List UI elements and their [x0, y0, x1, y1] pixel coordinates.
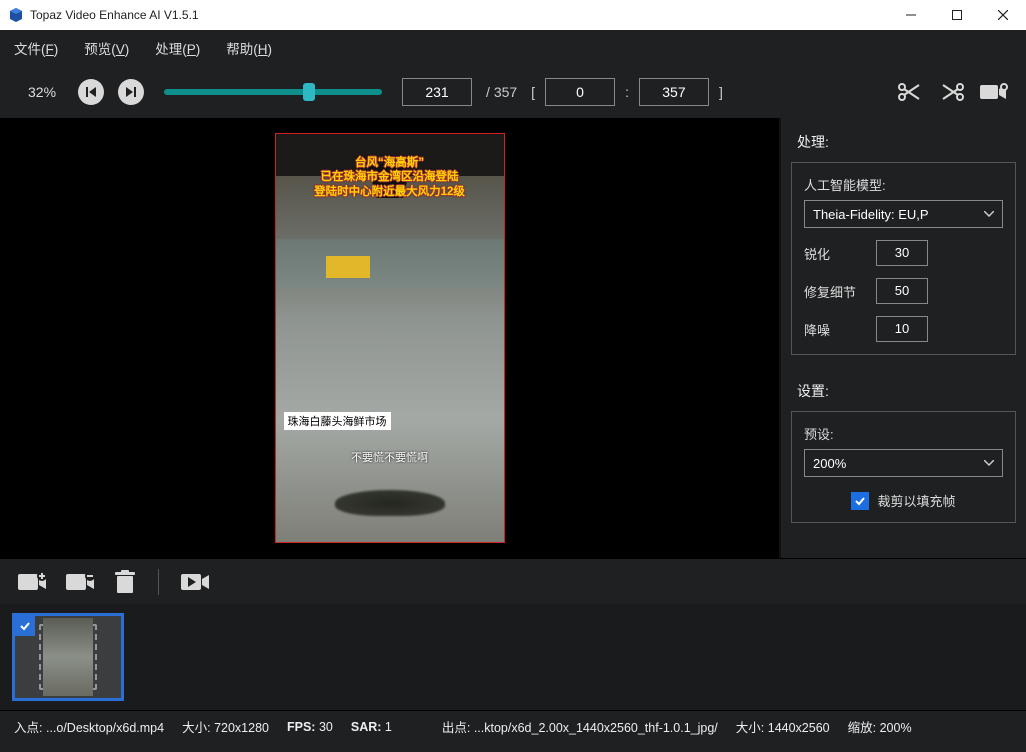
cut-start-icon[interactable] — [896, 80, 924, 104]
processing-title: 处理: — [781, 118, 1026, 162]
window-close-button[interactable] — [980, 0, 1026, 30]
status-inpoint: 入点: ...o/Desktop/x6d.mp4 — [14, 717, 164, 736]
video-headline: 台风“海高斯” 已在珠海市金湾区沿海登陆 登陆时中心附近最大风力12级 — [276, 156, 504, 199]
preset-select[interactable]: 200% — [804, 449, 1003, 477]
divider — [158, 569, 159, 595]
next-frame-button[interactable] — [118, 79, 144, 105]
status-outpoint: 出点: ...ktop/x6d_2.00x_1440x2560_thf-1.0.… — [442, 717, 718, 736]
current-frame-input[interactable]: 231 — [402, 78, 472, 106]
preset-label: 预设: — [804, 424, 1003, 443]
crop-label: 裁剪以填充帧 — [877, 491, 955, 510]
cut-end-icon[interactable] — [938, 80, 966, 104]
video-frame: 台风“海高斯” 已在珠海市金湾区沿海登陆 登陆时中心附近最大风力12级 珠海白藤… — [275, 133, 505, 543]
window-minimize-button[interactable] — [888, 0, 934, 30]
status-bar: 入点: ...o/Desktop/x6d.mp4 大小: 720x1280 FP… — [0, 710, 1026, 742]
thumbnail-checkbox[interactable] — [15, 616, 35, 636]
processing-box: 人工智能模型: Theia-Fidelity: EU,P 锐化 30 修复细节 … — [791, 162, 1016, 355]
add-video-icon[interactable] — [18, 571, 48, 593]
ai-model-select[interactable]: Theia-Fidelity: EU,P — [804, 200, 1003, 228]
check-icon — [854, 495, 866, 507]
out-point-input[interactable]: 357 — [639, 78, 709, 106]
chevron-down-icon — [984, 460, 994, 466]
remove-video-icon[interactable] — [66, 571, 96, 593]
settings-box: 预设: 200% 裁剪以填充帧 — [791, 411, 1016, 523]
record-icon[interactable] — [980, 80, 1008, 104]
crop-checkbox[interactable] — [851, 492, 869, 510]
menubar: 文件(F) 预览(V) 处理(P) 帮助(H) — [0, 30, 1026, 66]
app-logo-icon — [8, 7, 24, 23]
thumbnail-strip — [0, 604, 1026, 710]
status-scale: 缩放: 200% — [848, 717, 912, 736]
ai-model-label: 人工智能模型: — [804, 175, 1003, 194]
frame-separator: / 357 — [486, 84, 517, 100]
titlebar: Topaz Video Enhance AI V1.5.1 — [0, 0, 1026, 30]
window-maximize-button[interactable] — [934, 0, 980, 30]
menu-help[interactable]: 帮助(H) — [226, 38, 272, 58]
status-sar: SAR: 1 — [351, 720, 392, 734]
toolbar: 32% 231 / 357 [ 0 : 357 ] — [0, 66, 1026, 118]
file-action-bar — [0, 558, 1026, 604]
thumbnail-image — [43, 618, 93, 696]
sharpen-label: 锐化 — [804, 244, 864, 263]
side-panel: 处理: 人工智能模型: Theia-Fidelity: EU,P 锐化 30 修… — [779, 118, 1026, 558]
zoom-percent: 32% — [28, 84, 56, 100]
status-size-out: 大小: 1440x2560 — [736, 717, 830, 736]
bracket-open: [ — [531, 84, 535, 100]
denoise-input[interactable]: 10 — [876, 316, 928, 342]
menu-file[interactable]: 文件(F) — [14, 38, 58, 58]
status-fps: FPS: 30 — [287, 720, 333, 734]
process-video-icon[interactable] — [181, 572, 211, 592]
restore-label: 修复细节 — [804, 282, 864, 301]
app-body: 文件(F) 预览(V) 处理(P) 帮助(H) 32% 231 / 357 [ … — [0, 30, 1026, 752]
settings-title: 设置: — [781, 367, 1026, 411]
prev-frame-button[interactable] — [78, 79, 104, 105]
seek-slider[interactable] — [164, 89, 382, 95]
status-size-in: 大小: 720x1280 — [182, 717, 269, 736]
preview-area[interactable]: 台风“海高斯” 已在珠海市金湾区沿海登陆 登陆时中心附近最大风力12级 珠海白藤… — [0, 118, 779, 558]
bracket-close: ] — [719, 84, 723, 100]
chevron-down-icon — [984, 211, 994, 217]
in-point-input[interactable]: 0 — [545, 78, 615, 106]
menu-process[interactable]: 处理(P) — [155, 38, 200, 58]
trash-icon[interactable] — [114, 570, 136, 594]
range-colon: : — [625, 84, 629, 100]
sharpen-input[interactable]: 30 — [876, 240, 928, 266]
video-location-label: 珠海白藤头海鲜市场 — [284, 412, 391, 430]
denoise-label: 降噪 — [804, 320, 864, 339]
menu-preview[interactable]: 预览(V) — [84, 38, 129, 58]
check-icon — [19, 620, 31, 632]
thumbnail-item[interactable] — [12, 613, 124, 701]
seek-thumb[interactable] — [303, 83, 315, 101]
video-subtitle: 不要慌不要慌啊 — [276, 449, 504, 465]
window-title: Topaz Video Enhance AI V1.5.1 — [30, 8, 199, 22]
restore-input[interactable]: 50 — [876, 278, 928, 304]
middle-area: 台风“海高斯” 已在珠海市金湾区沿海登陆 登陆时中心附近最大风力12级 珠海白藤… — [0, 118, 1026, 558]
